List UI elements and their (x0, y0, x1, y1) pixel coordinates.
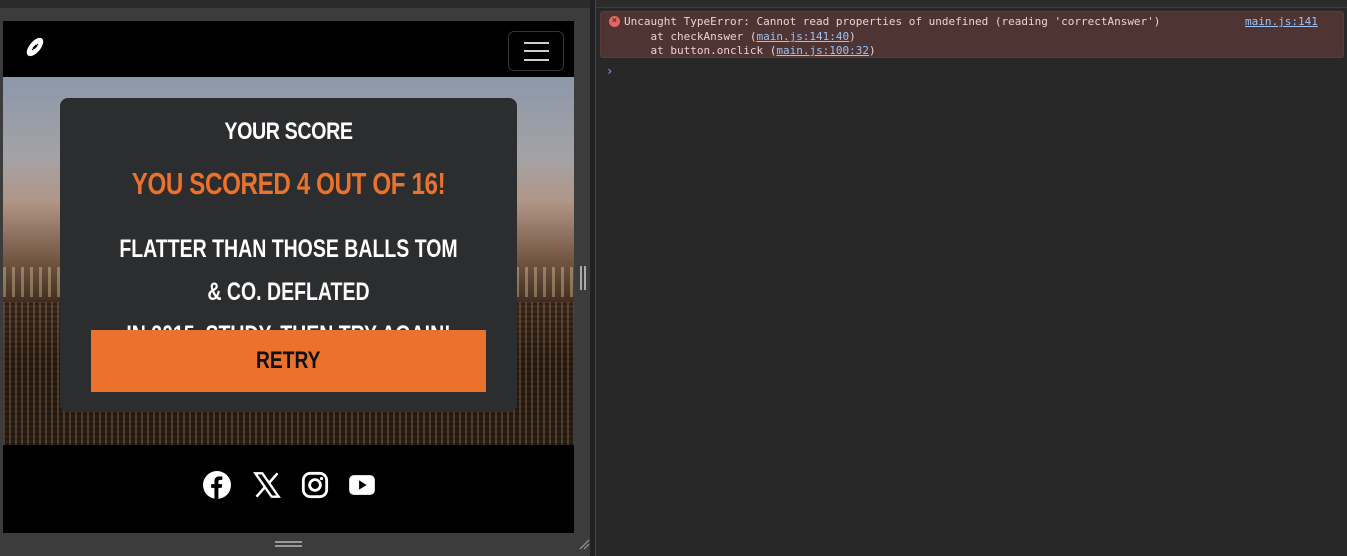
devtools-toolbar (596, 0, 1347, 8)
page-viewport: YOUR SCORE YOU SCORED 4 OUT OF 16! FLATT… (3, 21, 574, 533)
score-heading: YOUR SCORE (224, 118, 353, 145)
score-message-line: FLATTER THAN THOSE BALLS TOM & CO. DEFLA… (119, 235, 458, 306)
browser-viewport-pane: YOUR SCORE YOU SCORED 4 OUT OF 16! FLATT… (0, 0, 590, 556)
hamburger-bar (524, 59, 549, 61)
menu-toggle-button[interactable] (508, 31, 564, 71)
score-result: YOU SCORED 4 OUT OF 16! (131, 166, 446, 201)
stack-frame-prefix: at button.onclick ( (624, 44, 777, 57)
stack-frame-link[interactable]: main.js:141:40 (756, 30, 849, 43)
score-card: YOUR SCORE YOU SCORED 4 OUT OF 16! FLATT… (60, 98, 517, 412)
viewport-resize-handle[interactable] (275, 541, 302, 547)
console-prompt[interactable]: › (606, 64, 613, 78)
error-message: Uncaught TypeError: Cannot read properti… (624, 15, 1161, 28)
hamburger-bar (524, 50, 549, 52)
instagram-icon[interactable] (301, 471, 329, 499)
hamburger-bar (524, 42, 549, 44)
facebook-icon[interactable] (203, 471, 231, 499)
retry-button[interactable]: RETRY (91, 330, 486, 392)
viewport-toolbar (0, 0, 590, 8)
football-logo-icon[interactable] (23, 35, 47, 59)
youtube-icon[interactable] (348, 471, 376, 499)
stack-frame-suffix: ) (869, 44, 876, 57)
navbar (3, 21, 574, 77)
console-error-entry: × Uncaught TypeError: Cannot read proper… (600, 11, 1344, 58)
error-source-link[interactable]: main.js:141 (1245, 14, 1318, 29)
x-icon[interactable] (253, 471, 281, 499)
stack-frame-suffix: ) (849, 30, 856, 43)
pane-splitter[interactable] (580, 266, 586, 290)
footer (3, 445, 574, 533)
stack-frame-link[interactable]: main.js:100:32 (776, 44, 869, 57)
resize-corner-icon[interactable] (578, 538, 590, 550)
stack-frame: at checkAnswer (main.js:141:40) (624, 29, 856, 44)
stack-frame: at button.onclick (main.js:100:32) (624, 43, 876, 58)
devtools-console: × Uncaught TypeError: Cannot read proper… (595, 0, 1347, 556)
retry-label: RETRY (256, 347, 321, 374)
stack-frame-prefix: at checkAnswer ( (624, 30, 757, 43)
error-icon: × (609, 16, 620, 27)
